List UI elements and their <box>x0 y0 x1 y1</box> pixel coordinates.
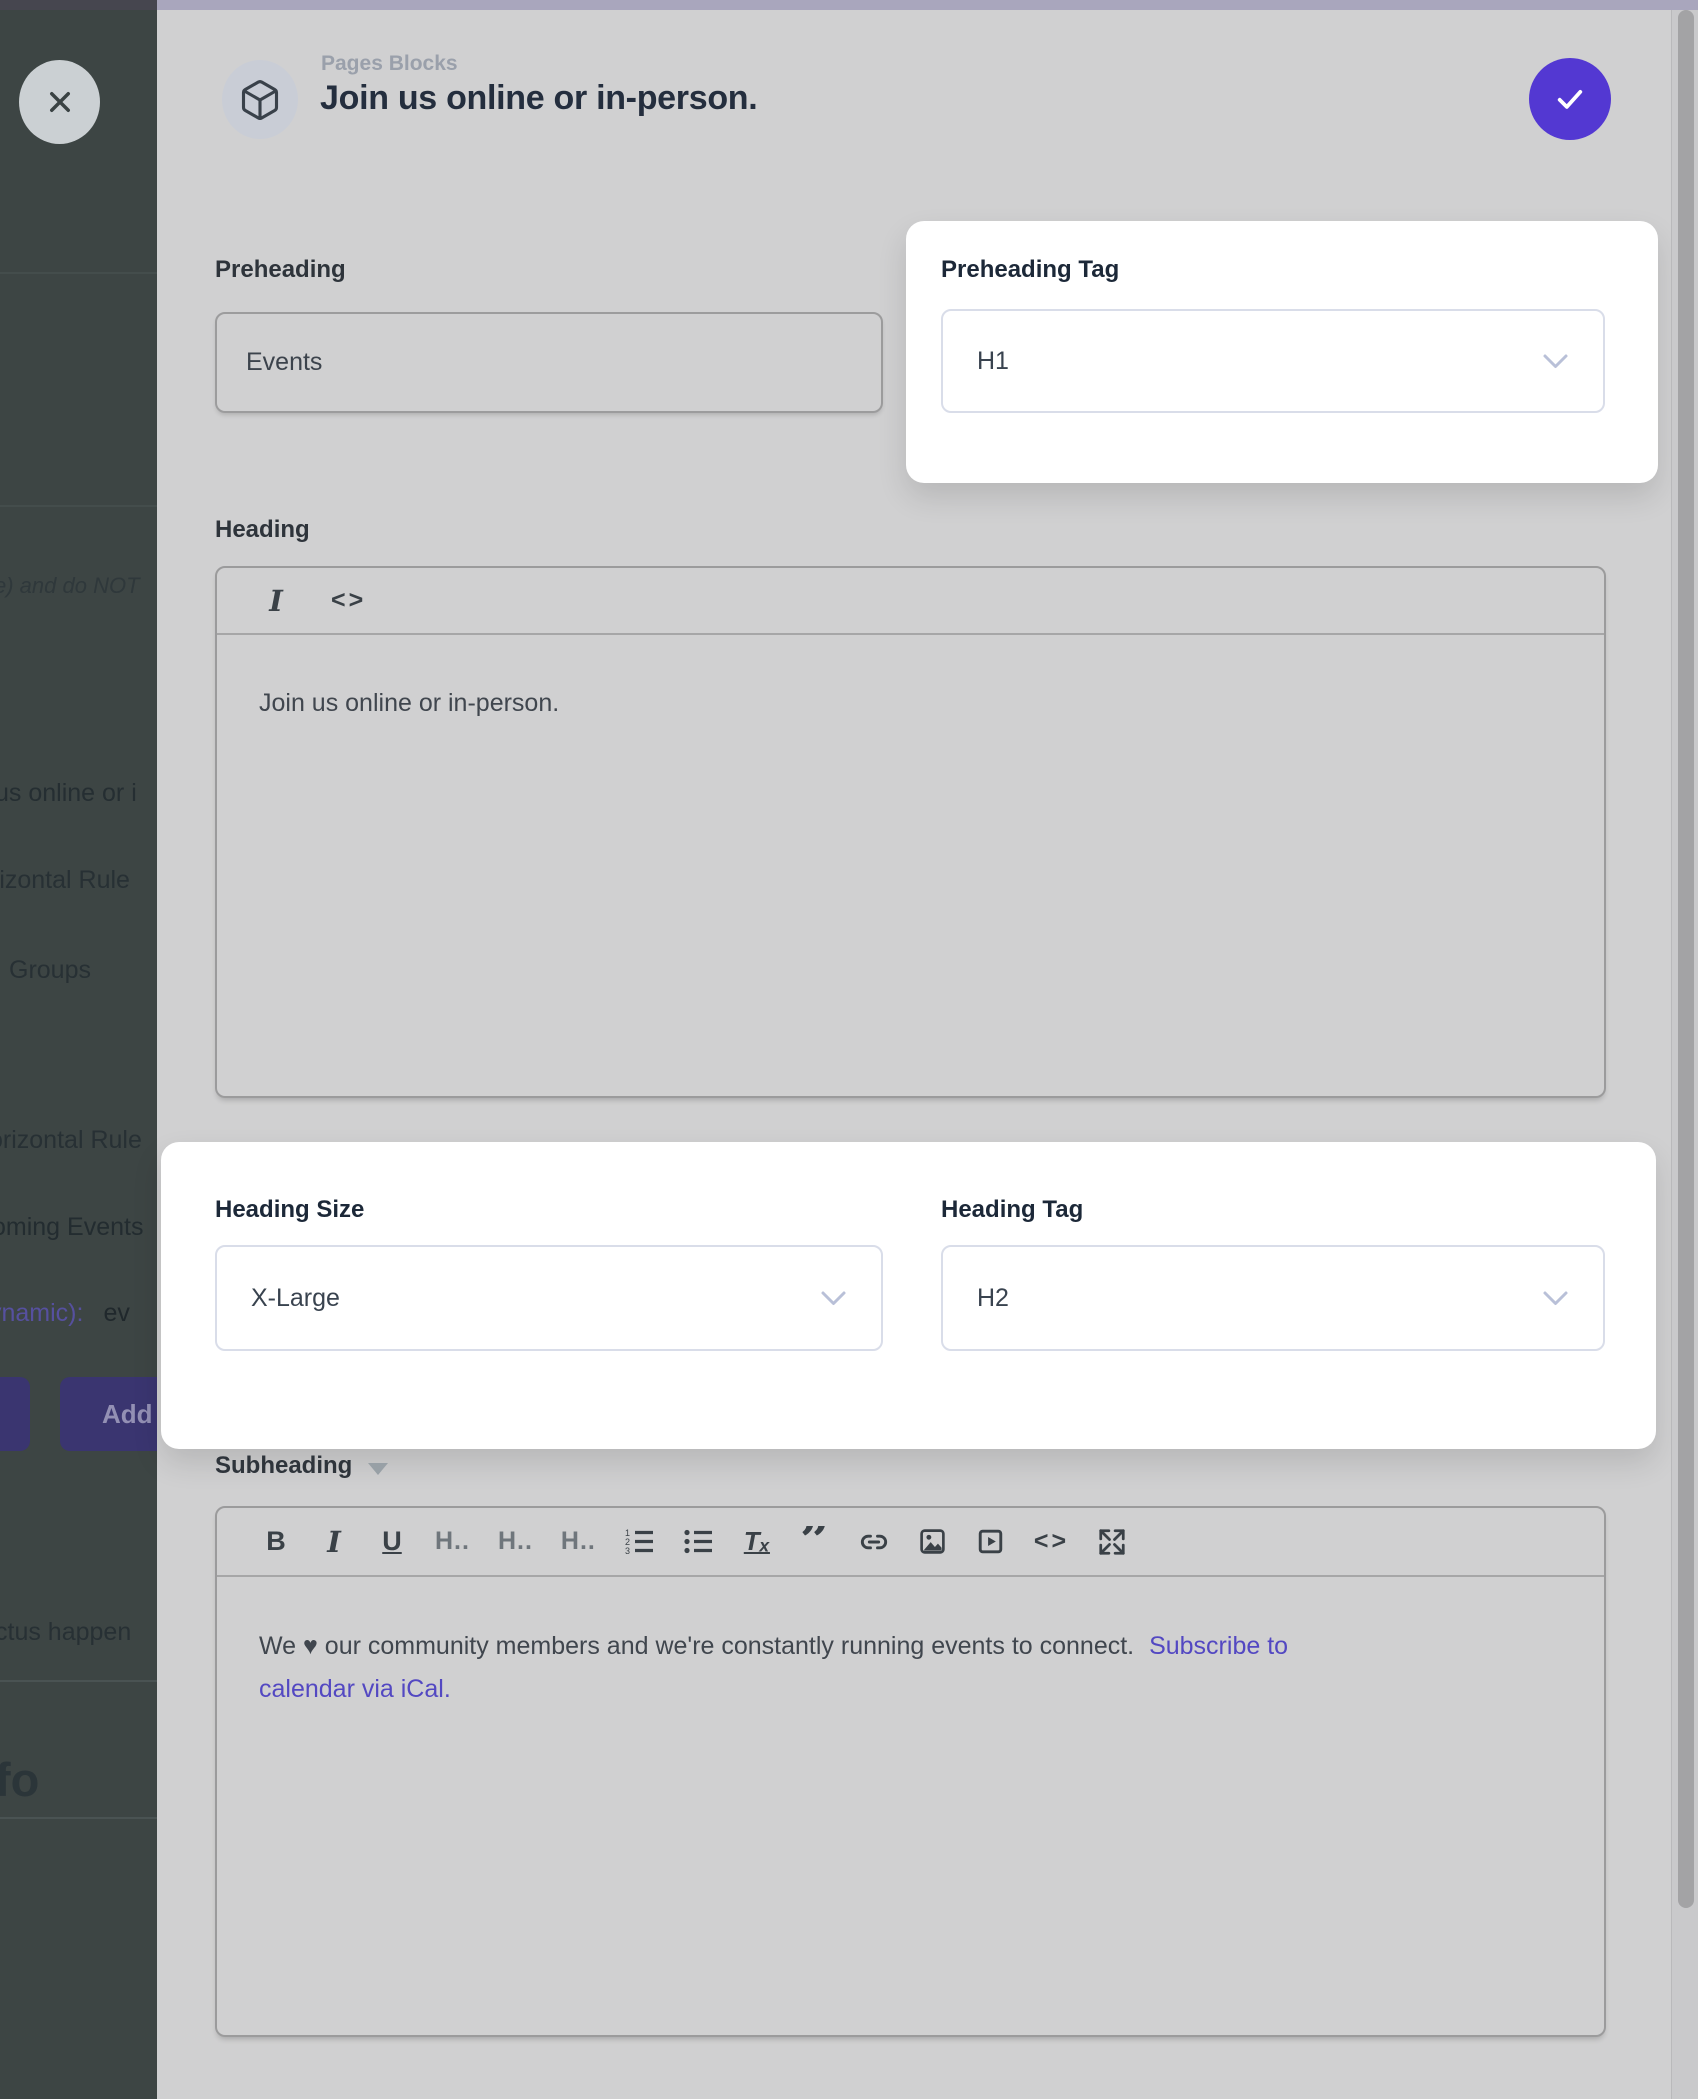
confirm-button[interactable] <box>1529 58 1611 140</box>
close-icon <box>42 84 78 120</box>
highlight-card-preheading-tag: Preheading Tag H1 <box>906 221 1658 483</box>
heading-size-select[interactable]: X-Large <box>215 1245 883 1351</box>
preheading-label: Preheading <box>215 256 346 284</box>
heading-label: Heading <box>215 516 310 544</box>
block-icon-badge <box>222 60 298 139</box>
scrollbar-thumb[interactable] <box>1678 10 1694 1908</box>
background-text-fragment: Groups <box>9 956 91 985</box>
background-button-partial <box>0 1377 30 1451</box>
heading-tag-select[interactable]: H2 <box>941 1245 1605 1351</box>
heading-2-icon[interactable]: H.. <box>498 1527 533 1556</box>
preheading-tag-label: Preheading Tag <box>941 256 1119 284</box>
check-icon <box>1551 80 1589 118</box>
heading-editor-content[interactable]: Join us online or in-person. <box>217 635 1604 772</box>
ordered-list-icon[interactable]: 1 2 3 <box>624 1528 655 1555</box>
top-edge-strip-left <box>0 0 157 10</box>
heading-editor-toolbar: I <> <box>217 568 1604 635</box>
background-text-fragment: us online or i <box>0 779 137 808</box>
page-title: Join us online or in-person. <box>320 79 757 118</box>
background-text-fragment: ctus happen <box>0 1618 131 1647</box>
background-text-fragment: ynamic): ev <box>0 1299 130 1328</box>
background-add-button: Add <box>60 1377 157 1451</box>
image-icon[interactable] <box>918 1527 948 1556</box>
preheading-tag-value: H1 <box>977 347 1542 376</box>
code-icon[interactable]: <> <box>331 586 366 615</box>
background-value-text: ev <box>103 1299 129 1327</box>
highlight-card-heading-size-tag: Heading Size X-Large Heading Tag H2 <box>161 1142 1656 1449</box>
block-editor-screen: e) and do NOT us online or i rizontal Ru… <box>0 0 1698 2099</box>
blockquote-icon[interactable]: ” <box>800 1526 830 1558</box>
background-accent-text: ynamic): <box>0 1299 83 1327</box>
caret-down-icon <box>368 1463 388 1475</box>
heading-3-icon[interactable]: H.. <box>561 1527 596 1556</box>
code-icon[interactable]: <> <box>1034 1527 1069 1556</box>
subheading-text: We ♥ our community members and we're con… <box>259 1632 1134 1660</box>
heading-tag-value: H2 <box>977 1284 1542 1313</box>
heading-1-icon[interactable]: H.. <box>435 1527 470 1556</box>
background-text-fragment: oming Events <box>0 1213 143 1242</box>
link-icon[interactable] <box>858 1528 890 1556</box>
preheading-value: Events <box>246 348 322 377</box>
fullscreen-icon[interactable] <box>1097 1527 1127 1557</box>
top-edge-strip-right <box>157 0 1698 10</box>
block-type-label: Pages Blocks <box>321 52 458 76</box>
bullet-list-icon[interactable] <box>683 1528 714 1555</box>
subheading-editor-toolbar: B I U H.. H.. H.. 1 2 3 <box>217 1508 1604 1577</box>
heading-tag-label: Heading Tag <box>941 1196 1083 1224</box>
cube-icon <box>238 76 282 124</box>
divider <box>0 1817 157 1819</box>
close-button[interactable] <box>19 60 100 144</box>
background-text-fragment: rizontal Rule <box>0 866 130 895</box>
chevron-down-icon <box>820 1290 847 1307</box>
preheading-input[interactable]: Events <box>215 312 883 413</box>
ical-subscribe-link[interactable]: calendar via iCal. <box>259 1675 451 1703</box>
clear-formatting-icon[interactable]: Tₓ <box>742 1526 772 1557</box>
heading-size-label: Heading Size <box>215 1196 364 1224</box>
italic-icon[interactable]: I <box>261 584 291 618</box>
underline-icon[interactable]: U <box>377 1526 407 1557</box>
background-section-title-fragment: fo <box>0 1752 39 1807</box>
subheading-label: Subheading <box>215 1452 352 1480</box>
subheading-label-toggle[interactable]: Subheading <box>215 1452 388 1480</box>
italic-icon[interactable]: I <box>319 1525 349 1559</box>
preheading-tag-select[interactable]: H1 <box>941 309 1605 413</box>
divider <box>0 1680 157 1682</box>
chevron-down-icon <box>1542 353 1569 370</box>
subheading-editor: B I U H.. H.. H.. 1 2 3 <box>215 1506 1606 2037</box>
scrollbar-track[interactable] <box>1671 10 1698 2099</box>
heading-size-value: X-Large <box>251 1284 820 1313</box>
chevron-down-icon <box>1542 1290 1569 1307</box>
divider <box>0 272 157 274</box>
bold-icon[interactable]: B <box>261 1526 291 1557</box>
block-editor-panel: Pages Blocks Join us online or in-person… <box>157 10 1671 2099</box>
background-sidebar: e) and do NOT us online or i rizontal Ru… <box>0 10 157 2099</box>
background-text-fragment: orizontal Rule <box>0 1126 142 1155</box>
svg-text:3: 3 <box>625 1546 630 1555</box>
background-text-fragment: e) and do NOT <box>0 573 140 599</box>
video-icon[interactable] <box>976 1527 1006 1556</box>
divider <box>0 505 157 507</box>
subheading-editor-content[interactable]: We ♥ our community members and we're con… <box>217 1577 1604 1759</box>
ical-subscribe-link[interactable]: Subscribe to <box>1149 1632 1288 1660</box>
heading-editor: I <> Join us online or in-person. <box>215 566 1606 1098</box>
